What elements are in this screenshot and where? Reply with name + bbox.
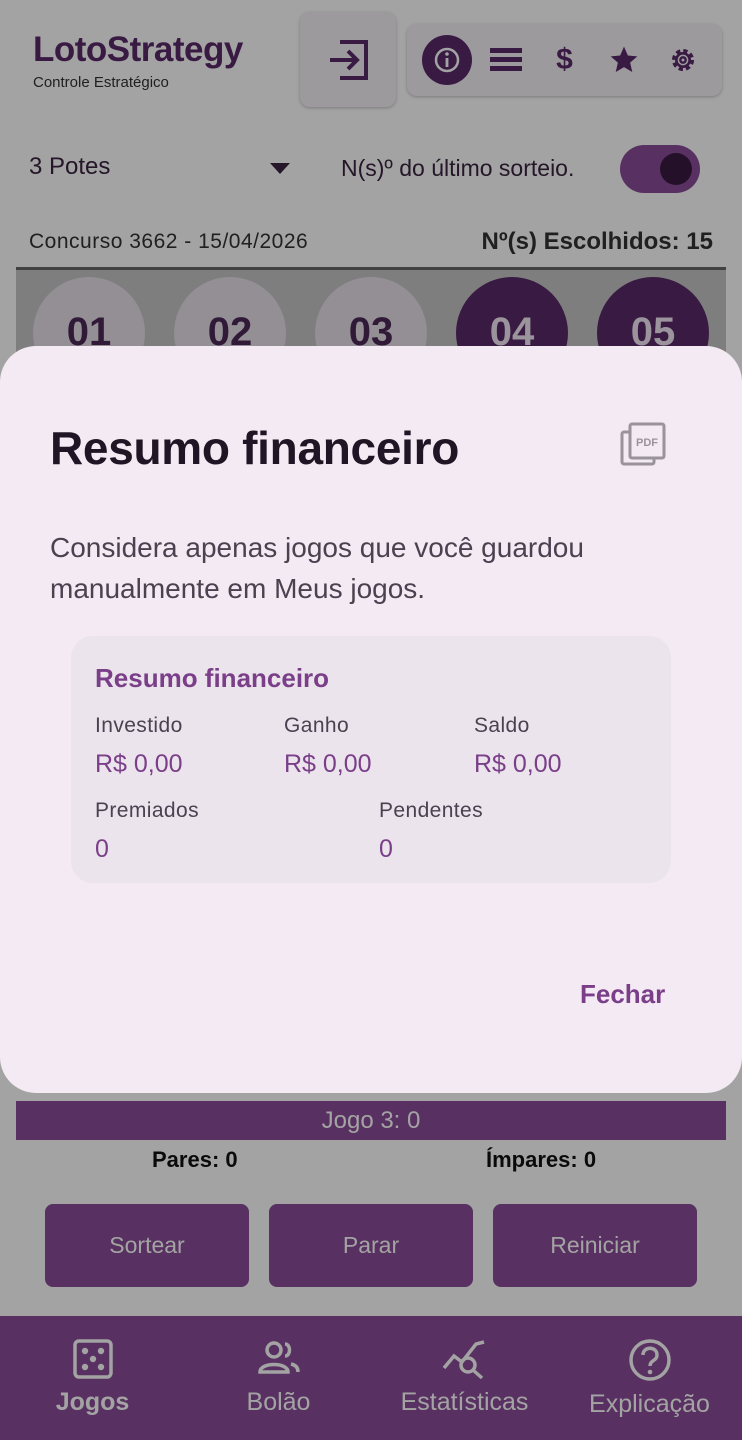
pdf-icon-label: PDF [636, 437, 658, 449]
pendentes-label: Pendentes [379, 799, 484, 822]
investido-label: Investido [95, 714, 183, 737]
ganho-label: Ganho [284, 714, 350, 737]
investido-value: R$ 0,00 [95, 750, 183, 778]
financial-summary-dialog: Resumo financeiro PDF Considera apenas j… [0, 346, 742, 1093]
saldo-value: R$ 0,00 [474, 750, 562, 778]
card-title: Resumo financeiro [95, 663, 330, 693]
close-button[interactable]: Fechar [580, 979, 665, 1010]
premiados-value: 0 [95, 835, 109, 863]
premiados-label: Premiados [95, 799, 199, 822]
pdf-export-button[interactable]: PDF [618, 422, 668, 468]
summary-card: Resumo financeiro Investido R$ 0,00 Ganh… [71, 636, 671, 883]
ganho-value: R$ 0,00 [284, 750, 372, 778]
dialog-description: Considera apenas jogos que você guardou … [50, 532, 584, 604]
saldo-label: Saldo [474, 714, 530, 737]
pdf-icon: PDF [620, 422, 666, 466]
pendentes-value: 0 [379, 835, 393, 863]
dialog-title: Resumo financeiro [50, 422, 459, 474]
